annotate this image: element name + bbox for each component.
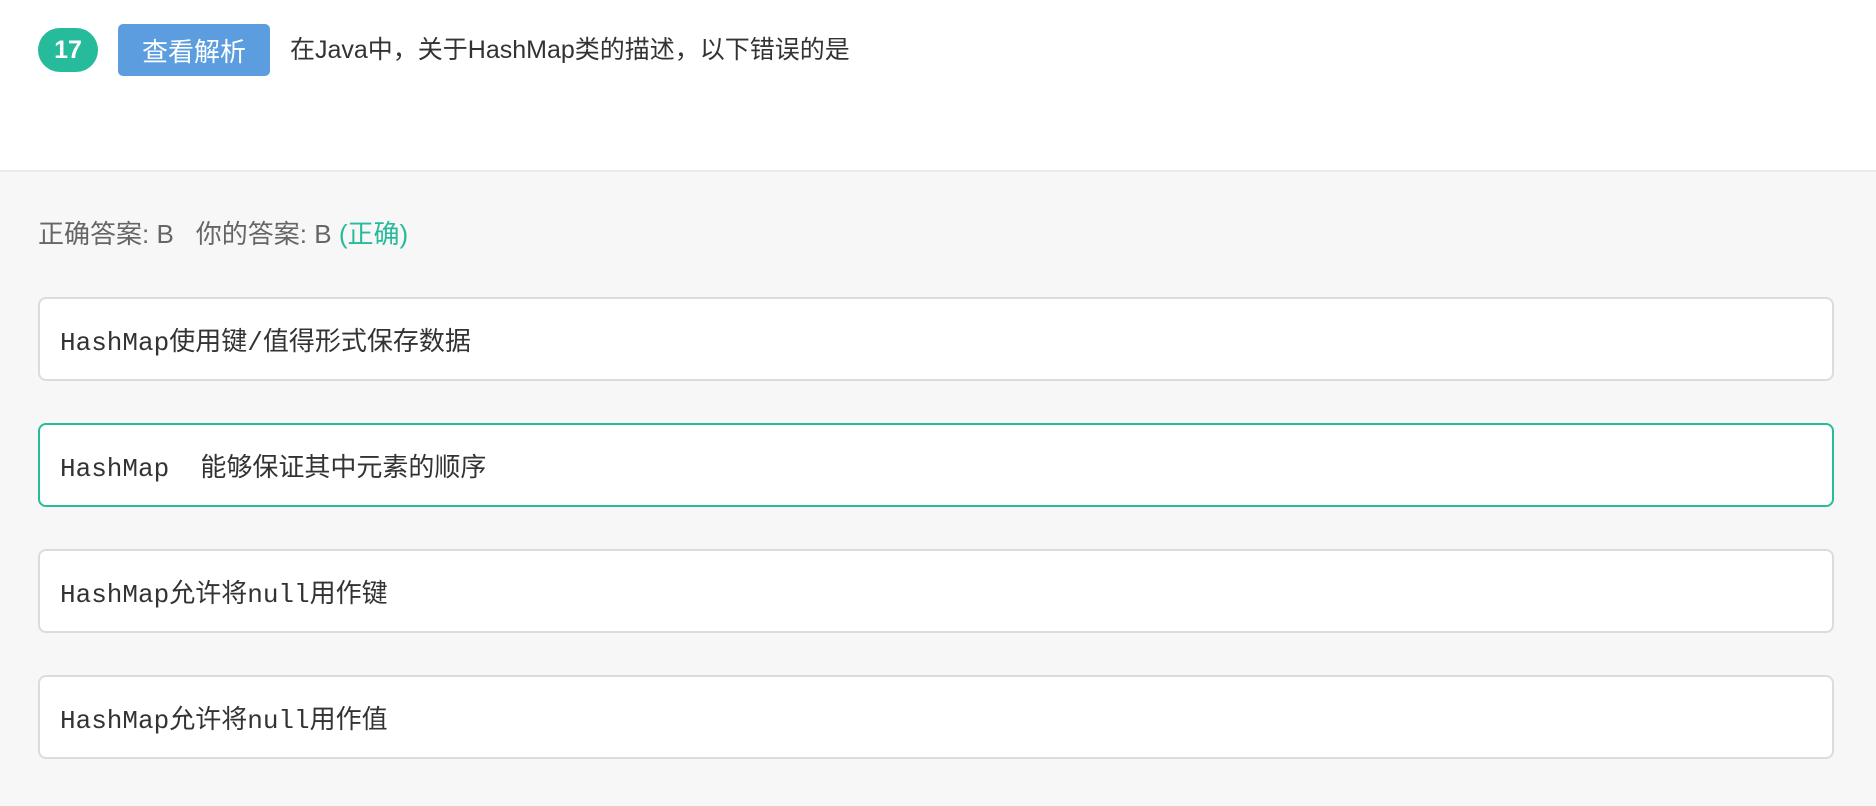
quiz-page: 17 查看解析 在Java中，关于HashMap类的描述，以下错误的是 正确答案…: [0, 0, 1876, 806]
option-a[interactable]: HashMap使用键/值得形式保存数据: [38, 297, 1834, 381]
option-b[interactable]: HashMap 能够保证其中元素的顺序: [38, 423, 1834, 507]
option-text: HashMap允许将null用作值: [60, 705, 388, 736]
question-text: 在Java中，关于HashMap类的描述，以下错误的是: [290, 36, 850, 64]
option-text: HashMap允许将null用作键: [60, 579, 388, 610]
answer-summary: 正确答案: B 你的答案: B (正确): [38, 214, 408, 254]
option-text: HashMap 能够保证其中元素的顺序: [60, 453, 487, 484]
question-header: 17 查看解析 在Java中，关于HashMap类的描述，以下错误的是: [0, 0, 1876, 172]
result-status: (正确): [338, 219, 409, 249]
option-d[interactable]: HashMap允许将null用作值: [38, 675, 1834, 759]
option-text: HashMap使用键/值得形式保存数据: [60, 327, 471, 358]
question-number-badge: 17: [38, 28, 98, 72]
correct-answer-label: 正确答案: B: [38, 219, 174, 249]
view-analysis-button[interactable]: 查看解析: [118, 24, 270, 76]
your-answer-label: 你的答案: B: [195, 219, 332, 249]
option-c[interactable]: HashMap允许将null用作键: [38, 549, 1834, 633]
